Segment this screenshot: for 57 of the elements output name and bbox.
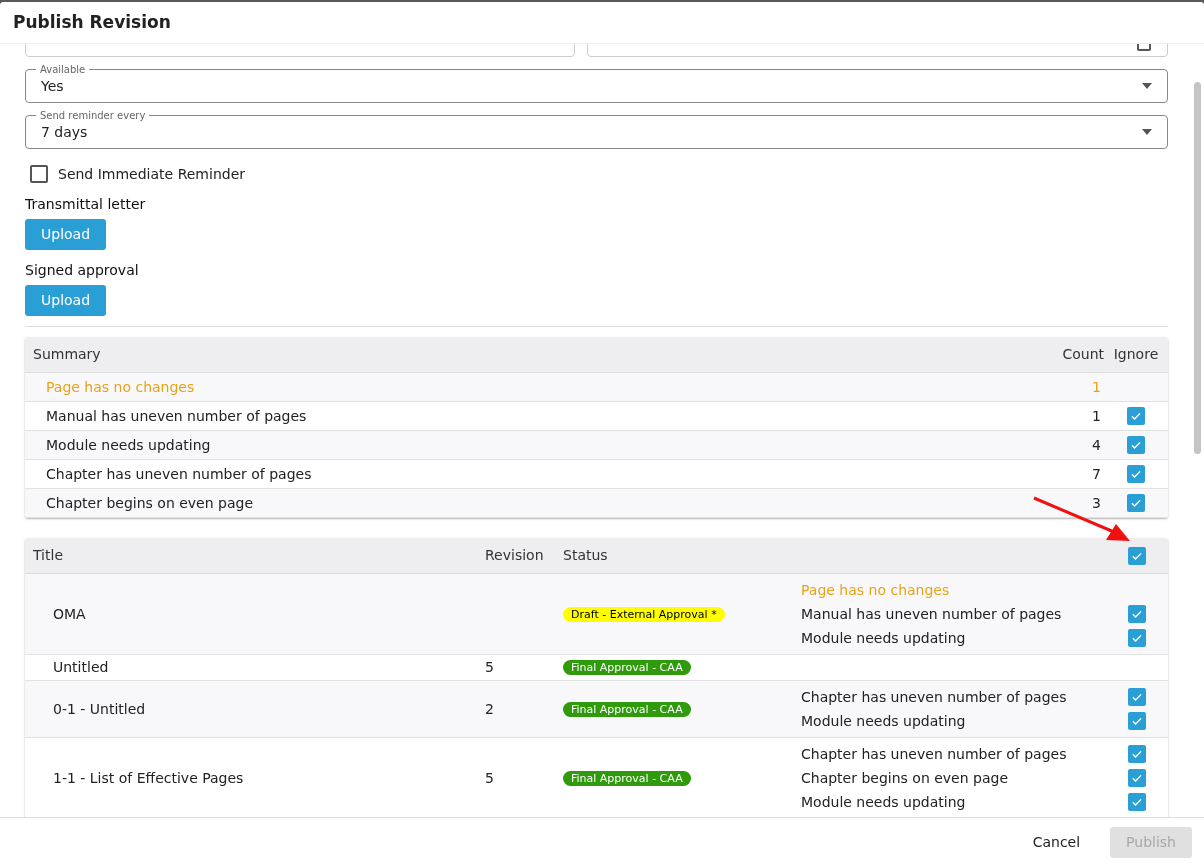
checkbox[interactable] bbox=[1128, 629, 1146, 647]
table-cell-text: Chapter begins on even page bbox=[46, 493, 254, 513]
checkbox[interactable] bbox=[1128, 688, 1146, 706]
table-cell-text: OMA bbox=[52, 604, 87, 624]
checkbox[interactable] bbox=[1127, 436, 1145, 454]
table-cell-text: Manual has uneven number of pages bbox=[46, 406, 308, 426]
column-header: Summary bbox=[33, 345, 102, 364]
scrollbar-icon bbox=[1194, 82, 1201, 454]
field-label: Send reminder every bbox=[36, 108, 150, 123]
dialog-title: Publish Revision bbox=[13, 10, 171, 34]
checkbox[interactable] bbox=[1127, 407, 1145, 425]
status-badge: Draft - External Approval * bbox=[563, 606, 725, 622]
table-cell-text: 5 bbox=[485, 658, 495, 677]
table-cell-text: 1-1 - List of Effective Pages bbox=[52, 768, 245, 788]
cancel-button[interactable]: Cancel bbox=[1016, 827, 1097, 858]
issue-text: Chapter has uneven number of pages bbox=[801, 688, 1068, 707]
checkbox[interactable] bbox=[1128, 793, 1146, 811]
table-cell-text: Untitled bbox=[52, 658, 110, 677]
upload-label: Signed approval bbox=[25, 261, 139, 280]
column-header: Ignore bbox=[1112, 345, 1160, 364]
column-header: Status bbox=[563, 546, 609, 565]
checkbox[interactable] bbox=[1127, 465, 1145, 483]
issue-text: Module needs updating bbox=[801, 712, 967, 731]
status-badge: Final Approval - CAA bbox=[563, 770, 691, 786]
checkbox[interactable] bbox=[1128, 605, 1146, 623]
table-cell-text: 1 bbox=[1091, 377, 1102, 397]
checkbox[interactable] bbox=[1127, 494, 1145, 512]
table-cell-text: 5 bbox=[485, 768, 495, 788]
dropdown-caret-icon bbox=[1142, 129, 1152, 135]
checkbox[interactable] bbox=[1128, 546, 1146, 565]
table-cell-text: Module needs updating bbox=[46, 435, 212, 455]
issue-text: Manual has uneven number of pages bbox=[801, 605, 1063, 624]
issue-text: Module needs updating bbox=[801, 793, 967, 812]
checkbox-label: Send Immediate Reminder bbox=[58, 164, 245, 184]
table-cell-text: 3 bbox=[1091, 493, 1102, 513]
checkbox[interactable] bbox=[30, 165, 48, 183]
column-header: Revision bbox=[485, 546, 545, 565]
table-cell-text: 4 bbox=[1091, 435, 1102, 455]
issue-text: Module needs updating bbox=[801, 629, 967, 648]
table-cell-text: Page has no changes bbox=[46, 377, 196, 397]
checkbox[interactable] bbox=[1128, 769, 1146, 787]
column-header: Title bbox=[33, 546, 64, 565]
table-cell-text: 2 bbox=[485, 699, 495, 719]
issue-text: Chapter has uneven number of pages bbox=[801, 745, 1068, 764]
table-cell-text: Chapter has uneven number of pages bbox=[46, 464, 313, 484]
table-cell-text: 1 bbox=[1091, 406, 1102, 426]
checkbox[interactable] bbox=[1128, 745, 1146, 763]
dropdown-caret-icon bbox=[1142, 83, 1152, 89]
status-badge: Final Approval - CAA bbox=[563, 660, 691, 675]
checkbox[interactable] bbox=[1128, 712, 1146, 730]
table-cell-text: 7 bbox=[1091, 464, 1102, 484]
table-cell-text: 0-1 - Untitled bbox=[52, 699, 147, 719]
column-header: Count bbox=[1061, 345, 1104, 364]
upload-label: Transmittal letter bbox=[25, 195, 146, 214]
issue-text: Page has no changes bbox=[801, 581, 951, 600]
status-badge: Final Approval - CAA bbox=[563, 701, 691, 717]
issue-text: Chapter begins on even page bbox=[801, 769, 1009, 788]
